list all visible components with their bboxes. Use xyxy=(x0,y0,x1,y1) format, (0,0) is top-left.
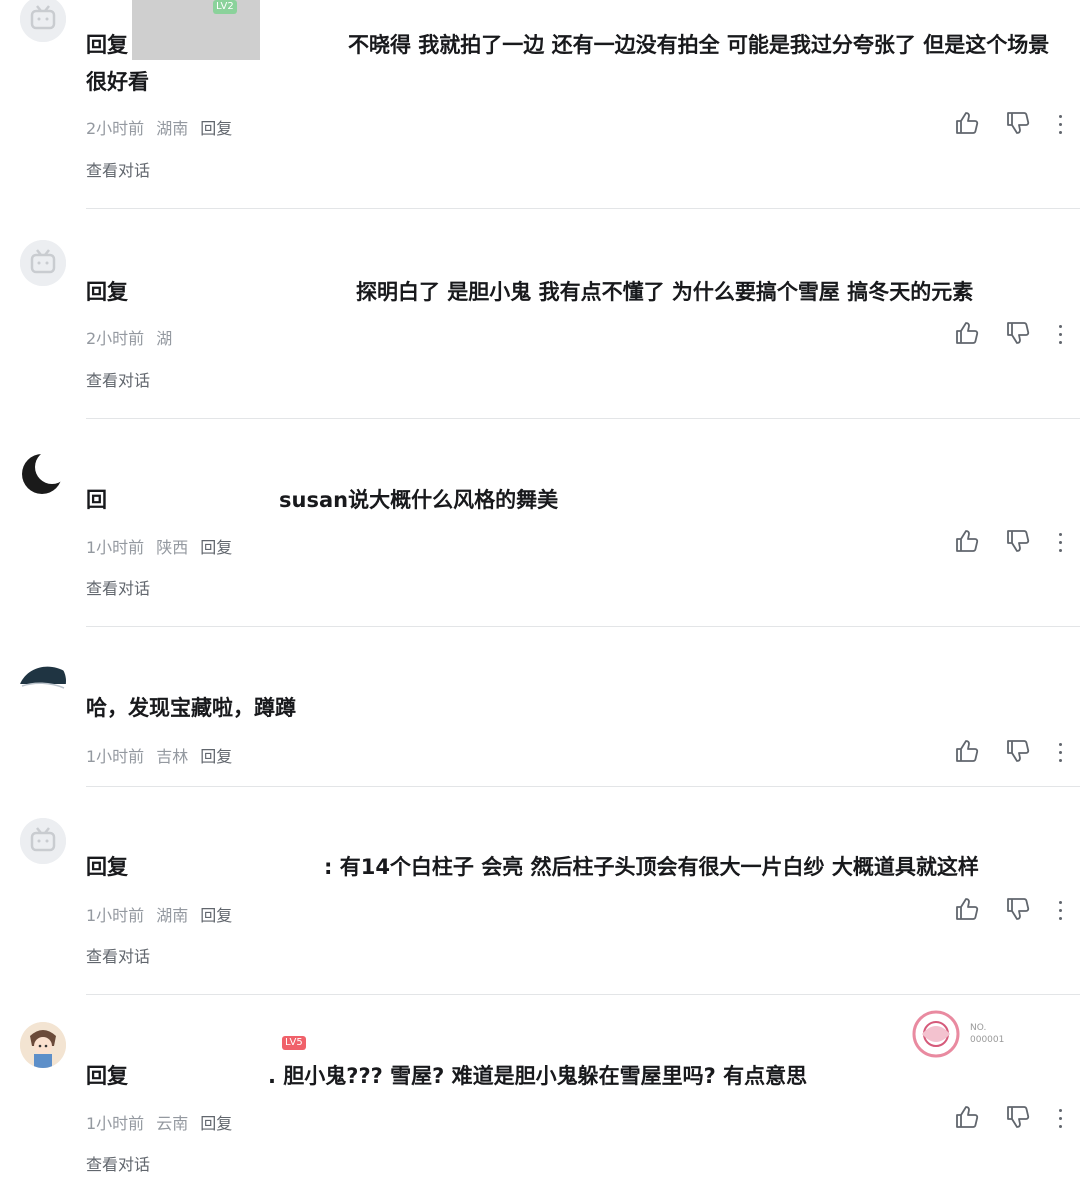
timestamp: 1小时前 xyxy=(86,747,145,766)
region: 湖 xyxy=(156,329,173,348)
avatar[interactable] xyxy=(20,1022,66,1068)
comment-actions xyxy=(938,528,1066,558)
comment-text: 回复 : 有14个白柱子 会亮 然后柱子头顶会有很大一片白纱 大概道具就这样 xyxy=(86,849,1056,886)
tv-icon xyxy=(20,240,66,286)
region: 云南 xyxy=(156,1114,189,1133)
divider xyxy=(86,208,1080,209)
reply-prefix: 回复 xyxy=(86,1064,128,1088)
comment-meta: 1小时前 湖南 回复 xyxy=(86,902,244,926)
level-badge: LV5 xyxy=(282,1036,306,1050)
svg-text:000001: 000001 xyxy=(970,1035,1004,1045)
comment-meta: 1小时前 吉林 回复 xyxy=(86,743,244,767)
decoration-badge-icon: NO. 000001 xyxy=(910,1004,1030,1064)
svg-text:NO.: NO. xyxy=(970,1023,986,1033)
avatar[interactable] xyxy=(20,818,66,864)
dislike-icon[interactable] xyxy=(1005,738,1035,768)
dislike-icon[interactable] xyxy=(1005,1104,1035,1134)
like-icon[interactable] xyxy=(954,528,984,558)
avatar[interactable] xyxy=(20,450,66,496)
level-badge: LV2 xyxy=(213,0,237,14)
reply-prefix: 回复 xyxy=(86,33,128,57)
timestamp: 2小时前 xyxy=(86,119,145,138)
view-conversation-link[interactable]: 查看对话 xyxy=(86,575,150,599)
more-options-icon[interactable] xyxy=(1054,896,1066,926)
comment-body: : 有14个白柱子 会亮 然后柱子头顶会有很大一片白纱 大概道具就这样 xyxy=(324,855,979,879)
avatar[interactable] xyxy=(20,658,66,704)
anime-character-icon xyxy=(20,1022,66,1068)
comment-text: 回 susan说大概什么风格的舞美 xyxy=(86,482,1056,519)
region: 湖南 xyxy=(156,906,189,925)
comment-actions xyxy=(938,110,1066,140)
crescent-moon-icon xyxy=(20,450,66,496)
reply-button[interactable]: 回复 xyxy=(200,119,232,138)
avatar[interactable] xyxy=(20,0,66,42)
comment-meta: 1小时前 陕西 回复 xyxy=(86,534,244,558)
reply-button[interactable]: 回复 xyxy=(200,1114,232,1133)
timestamp: 2小时前 xyxy=(86,329,145,348)
more-options-icon[interactable] xyxy=(1054,528,1066,558)
like-icon[interactable] xyxy=(954,110,984,140)
comment-actions xyxy=(938,320,1066,350)
reply-prefix: 回复 xyxy=(86,855,128,879)
comment-meta: 2小时前湖 xyxy=(86,325,184,349)
timestamp: 1小时前 xyxy=(86,1114,145,1133)
comment-body: susan说大概什么风格的舞美 xyxy=(279,488,559,512)
region: 吉林 xyxy=(156,747,189,766)
like-icon[interactable] xyxy=(954,896,984,926)
dislike-icon[interactable] xyxy=(1005,320,1035,350)
comment-text: 回复 . 胆小鬼??? 雪屋? 难道是胆小鬼躲在雪屋里吗? 有点意思 xyxy=(86,1058,1056,1095)
reply-prefix: 回复 xyxy=(86,280,128,304)
divider xyxy=(86,994,1080,995)
comment-body: 探明白了 是胆小鬼 我有点不懂了 为什么要搞个雪屋 搞冬天的元素 xyxy=(356,280,974,304)
more-options-icon[interactable] xyxy=(1054,110,1066,140)
comment-actions xyxy=(938,1104,1066,1134)
comment-text: 回复 不晓得 我就拍了一边 还有一边没有拍全 可能是我过分夸张了 但是这个场景很好… xyxy=(86,27,1056,101)
timestamp: 1小时前 xyxy=(86,906,145,925)
timestamp: 1小时前 xyxy=(86,538,145,557)
region: 陕西 xyxy=(156,538,189,557)
dislike-icon[interactable] xyxy=(1005,896,1035,926)
comment-body: 不晓得 我就拍了一边 还有一边没有拍全 可能是我过分夸张了 但是这个场景很好看 xyxy=(86,33,1050,94)
comment-actions xyxy=(938,738,1066,768)
comment-body: 哈，发现宝藏啦，蹲蹲 xyxy=(86,696,296,720)
avatar[interactable] xyxy=(20,240,66,286)
view-conversation-link[interactable]: 查看对话 xyxy=(86,943,150,967)
like-icon[interactable] xyxy=(954,320,984,350)
comment-text: 回复 探明白了 是胆小鬼 我有点不懂了 为什么要搞个雪屋 搞冬天的元素 xyxy=(86,274,1056,311)
reply-button[interactable]: 回复 xyxy=(200,747,232,766)
dark-landscape-icon xyxy=(20,658,66,704)
tv-icon xyxy=(20,818,66,864)
comment-text: 哈，发现宝藏啦，蹲蹲 xyxy=(86,690,1056,727)
comment-actions xyxy=(938,896,1066,926)
view-conversation-link[interactable]: 查看对话 xyxy=(86,157,150,181)
dislike-icon[interactable] xyxy=(1005,528,1035,558)
comment-meta: 1小时前 云南 回复 xyxy=(86,1110,244,1134)
view-conversation-link[interactable]: 查看对话 xyxy=(86,1151,150,1175)
more-options-icon[interactable] xyxy=(1054,1104,1066,1134)
reply-button[interactable]: 回复 xyxy=(200,538,232,557)
divider xyxy=(86,418,1080,419)
divider xyxy=(86,786,1080,787)
reply-prefix: 回 xyxy=(86,488,107,512)
dislike-icon[interactable] xyxy=(1005,110,1035,140)
comment-meta: 2小时前 湖南 回复 xyxy=(86,115,244,139)
view-conversation-link[interactable]: 查看对话 xyxy=(86,367,150,391)
comment-body: . 胆小鬼??? 雪屋? 难道是胆小鬼躲在雪屋里吗? 有点意思 xyxy=(268,1064,808,1088)
divider xyxy=(86,626,1080,627)
reply-button[interactable]: 回复 xyxy=(200,906,232,925)
region: 湖南 xyxy=(156,119,189,138)
like-icon[interactable] xyxy=(954,738,984,768)
like-icon[interactable] xyxy=(954,1104,984,1134)
more-options-icon[interactable] xyxy=(1054,320,1066,350)
more-options-icon[interactable] xyxy=(1054,738,1066,768)
tv-icon xyxy=(20,0,66,42)
